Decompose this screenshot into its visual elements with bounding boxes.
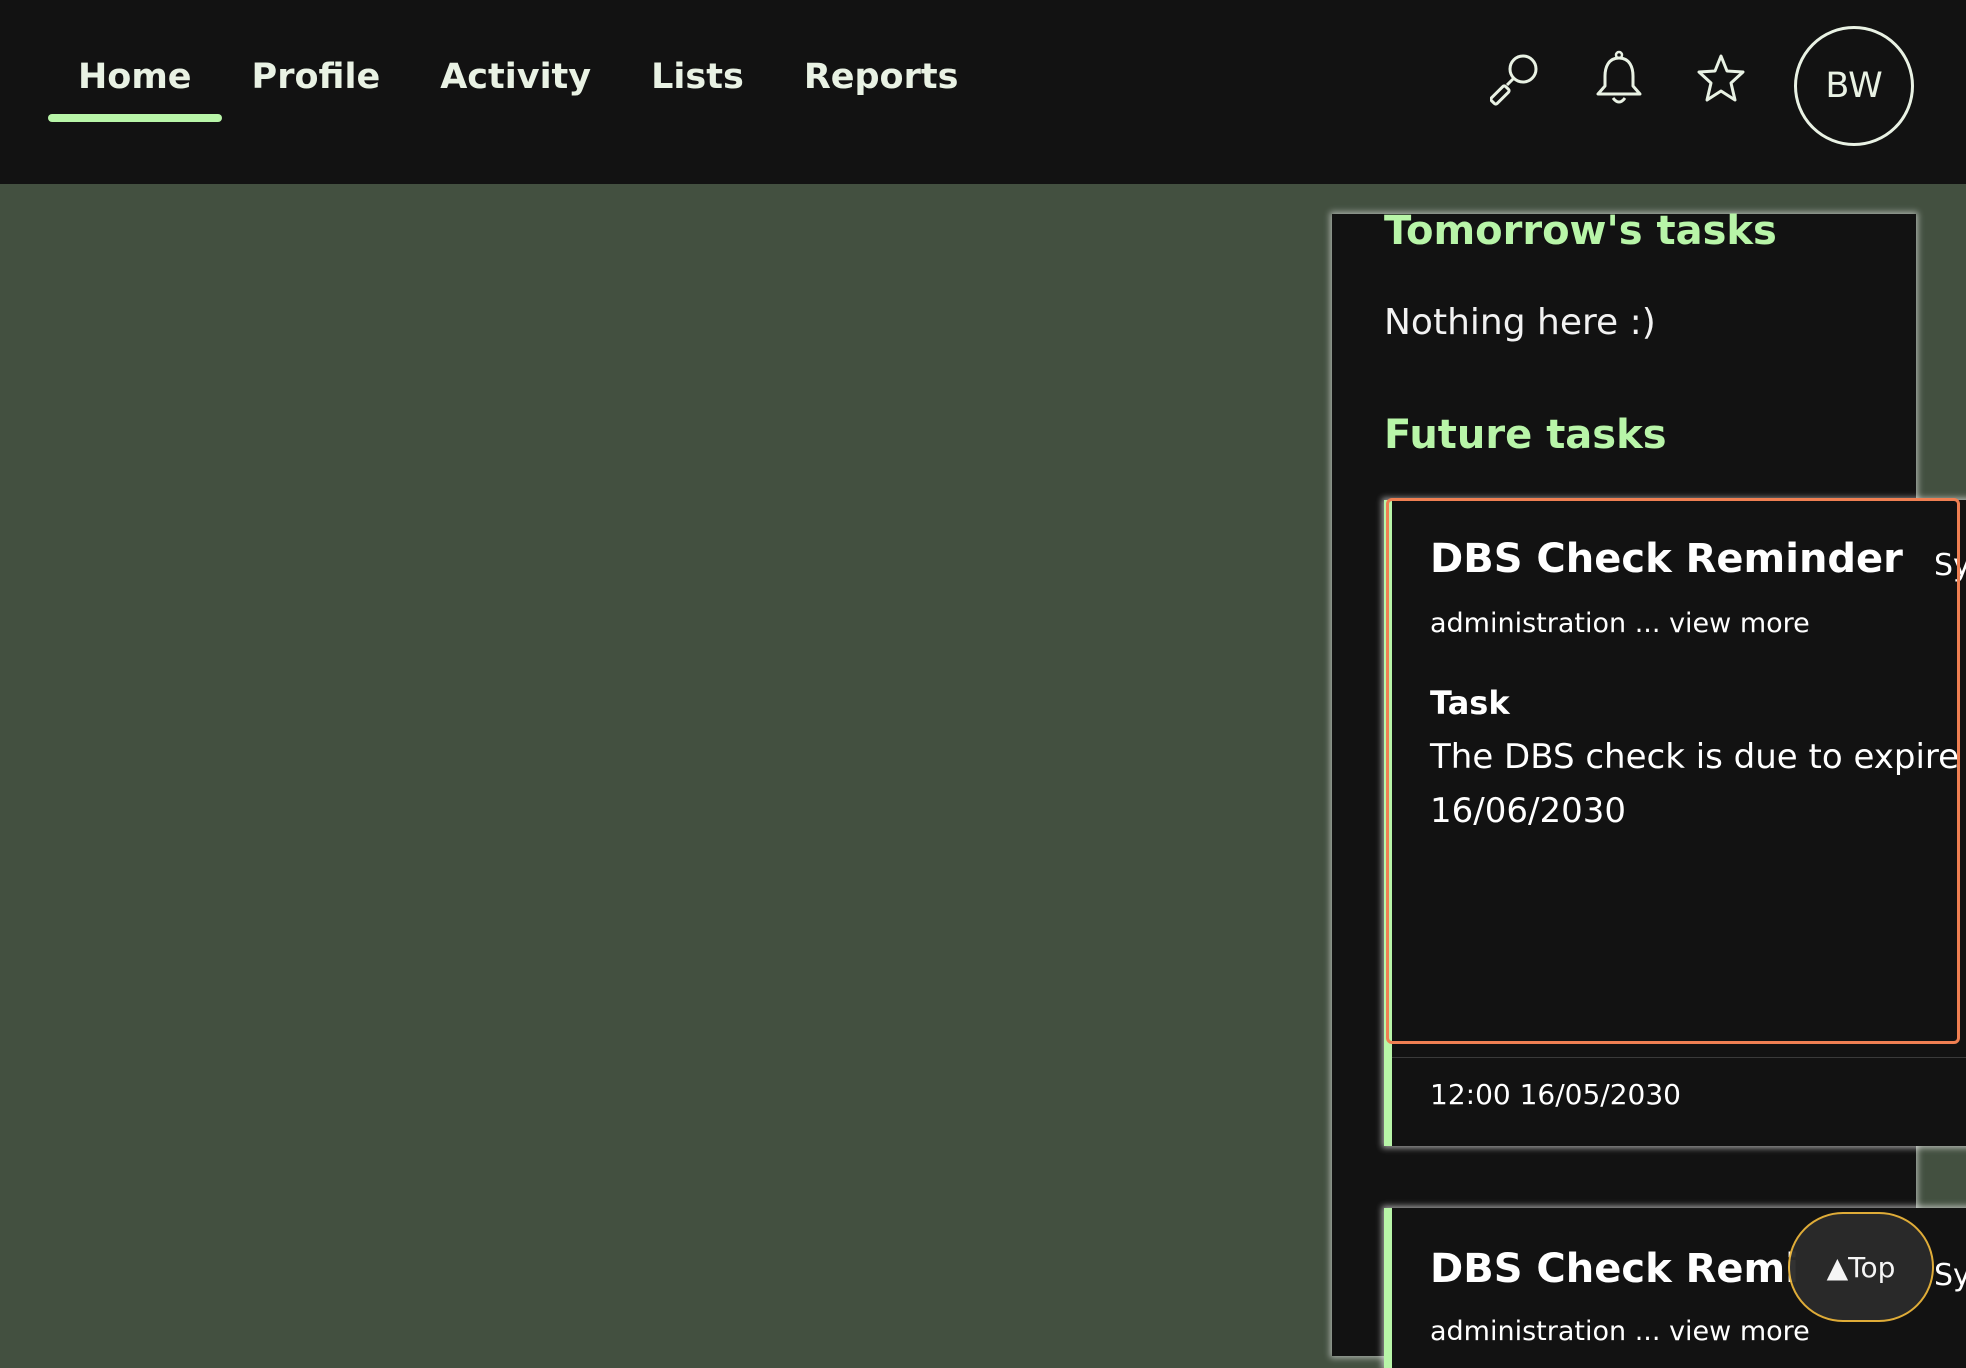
nav-activity[interactable]: Activity — [410, 52, 621, 122]
card-divider — [1392, 1057, 1966, 1058]
task-section-label: Task — [1430, 684, 1510, 722]
active-tab-indicator — [48, 114, 222, 122]
nav-home[interactable]: Home — [48, 52, 222, 122]
task-category: administration — [1430, 608, 1627, 639]
nav-profile[interactable]: Profile — [222, 52, 411, 122]
task-category: administration — [1430, 1316, 1627, 1347]
task-ellipsis: ... — [1634, 608, 1661, 639]
task-card[interactable]: DBS Check Reminder Sy administration ...… — [1384, 500, 1966, 1146]
scroll-to-top-label: ▲Top — [1826, 1250, 1896, 1284]
nav-reports[interactable]: Reports — [774, 52, 989, 122]
nav-home-label: Home — [78, 57, 192, 97]
top-navigation-bar: Home Profile Activity Lists Reports BW — [0, 0, 1966, 184]
user-initials: BW — [1825, 66, 1883, 106]
task-meta: administration ... view more — [1430, 1316, 1810, 1347]
tomorrows-tasks-empty: Nothing here :) — [1384, 302, 1656, 343]
nav-activity-label: Activity — [440, 57, 592, 97]
task-source: Sy — [1934, 1258, 1966, 1293]
task-meta: administration ... view more — [1430, 608, 1810, 639]
view-more-link[interactable]: view more — [1669, 608, 1810, 639]
bell-icon[interactable] — [1592, 50, 1646, 108]
user-avatar[interactable]: BW — [1794, 26, 1914, 146]
nav-lists[interactable]: Lists — [621, 52, 774, 122]
star-icon[interactable] — [1694, 50, 1748, 108]
nav-reports-label: Reports — [803, 57, 959, 97]
scroll-to-top-button[interactable]: ▲Top — [1788, 1212, 1934, 1322]
view-more-link[interactable]: view more — [1669, 1316, 1810, 1347]
task-datetime: 12:00 16/05/2030 — [1430, 1078, 1681, 1111]
task-source: Sy — [1934, 548, 1966, 583]
task-title: DBS Check Reminder — [1430, 536, 1903, 582]
search-icon[interactable] — [1490, 50, 1544, 108]
main-nav: Home Profile Activity Lists Reports — [48, 52, 988, 122]
header-actions — [1490, 50, 1748, 108]
task-description: The DBS check is due to expire i 16/06/2… — [1430, 737, 1966, 831]
future-tasks-heading: Future tasks — [1384, 412, 1667, 458]
nav-profile-label: Profile — [251, 57, 381, 97]
nav-lists-label: Lists — [651, 57, 744, 97]
tomorrows-tasks-heading: Tomorrow's tasks — [1384, 208, 1777, 254]
task-title: DBS Check Remi — [1430, 1246, 1799, 1292]
task-ellipsis: ... — [1634, 1316, 1661, 1347]
